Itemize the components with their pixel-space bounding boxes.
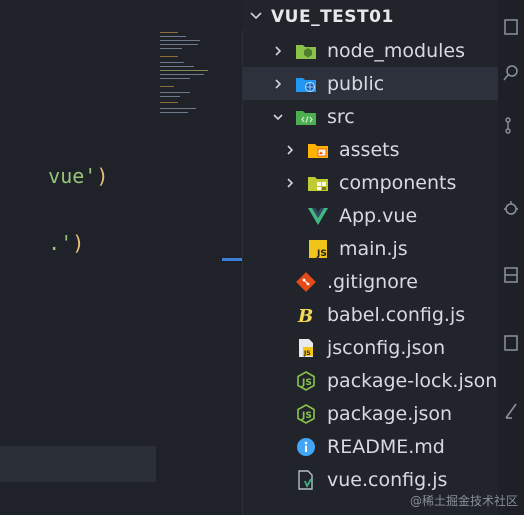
sash-highlight[interactable] — [222, 258, 243, 261]
code-paren: ) — [72, 231, 85, 255]
explorer-panel: VUE_TEST01 node_modules public src asset… — [243, 0, 524, 515]
src-folder-icon — [295, 106, 317, 128]
tree-item-label: components — [339, 171, 457, 194]
vue-file-icon — [307, 205, 329, 227]
chevron-down-icon — [271, 110, 285, 124]
remote-icon[interactable] — [498, 398, 524, 424]
editor-pane[interactable]: vue') .') — [0, 0, 243, 515]
tree-item-label: package.json — [327, 402, 453, 425]
code-line-2: .') — [0, 207, 84, 279]
code-paren: ) — [96, 164, 109, 188]
tree-item-node-modules[interactable]: node_modules — [243, 34, 524, 67]
tree-item-package-lock[interactable]: JS package-lock.json — [243, 364, 524, 397]
tree-item-label: jsconfig.json — [327, 336, 446, 359]
search-icon[interactable] — [498, 60, 524, 86]
vue-config-file-icon — [295, 469, 317, 491]
watermark: @稀土掘金技术社区 — [409, 494, 518, 508]
tree-item-components[interactable]: components — [243, 166, 524, 199]
tree-item-src[interactable]: src — [243, 100, 524, 133]
editor-scrollbar-track[interactable] — [0, 446, 156, 482]
info-file-icon — [295, 436, 317, 458]
tree-item-label: assets — [339, 138, 400, 161]
code-string: .' — [48, 231, 73, 255]
code-string: vue' — [48, 164, 97, 188]
svg-text:JS: JS — [303, 350, 311, 357]
tree-item-package-json[interactable]: JS package.json — [243, 397, 524, 430]
tree-item-label: vue.config.js — [327, 468, 448, 491]
tree-item-gitignore[interactable]: .gitignore — [243, 265, 524, 298]
babel-file-icon: B — [295, 304, 317, 326]
tree-item-label: .gitignore — [327, 270, 418, 293]
node-json-icon: JS — [295, 370, 317, 392]
project-title: VUE_TEST01 — [271, 7, 394, 27]
tree-item-label: babel.config.js — [327, 303, 466, 326]
chevron-right-icon — [271, 44, 285, 58]
svg-text:JS: JS — [316, 249, 327, 259]
tree-item-public[interactable]: public — [243, 67, 524, 100]
components-folder-icon — [307, 172, 329, 194]
tree-item-babel-config[interactable]: B babel.config.js — [243, 298, 524, 331]
extensions-icon[interactable] — [498, 262, 524, 288]
chevron-right-icon — [271, 77, 285, 91]
debug-icon[interactable] — [498, 196, 524, 222]
minimap[interactable] — [160, 30, 220, 170]
tree-item-main-js[interactable]: JS main.js — [243, 232, 524, 265]
code-line-1: vue') — [0, 140, 108, 212]
tree-item-label: package-lock.json — [327, 369, 498, 392]
source-control-icon[interactable] — [498, 112, 524, 138]
node-modules-folder-icon — [295, 40, 317, 62]
node-json-icon: JS — [295, 403, 317, 425]
assets-folder-icon — [307, 139, 329, 161]
jsconfig-file-icon: JS — [295, 337, 317, 359]
chevron-down-icon — [249, 8, 267, 27]
window-icon[interactable] — [498, 14, 524, 40]
tree-item-label: README.md — [327, 435, 445, 458]
git-file-icon — [295, 271, 317, 293]
chevron-right-icon — [283, 176, 297, 190]
side-bar-edge — [498, 0, 524, 515]
tree-item-label: App.vue — [339, 204, 418, 227]
tree-item-label: main.js — [339, 237, 408, 260]
tree-item-assets[interactable]: assets — [243, 133, 524, 166]
project-section-header[interactable]: VUE_TEST01 — [243, 0, 498, 34]
tree-item-jsconfig[interactable]: JS jsconfig.json — [243, 331, 524, 364]
panel-icon[interactable] — [498, 330, 524, 356]
tree-item-label: node_modules — [327, 39, 466, 62]
svg-text:JS: JS — [301, 378, 312, 388]
svg-text:JS: JS — [301, 411, 312, 421]
tree-item-label: public — [327, 72, 385, 95]
tree-item-label: src — [327, 105, 355, 128]
public-folder-icon — [295, 73, 317, 95]
tree-item-app-vue[interactable]: App.vue — [243, 199, 524, 232]
svg-text:B: B — [297, 306, 313, 325]
js-file-icon: JS — [307, 238, 329, 260]
chevron-right-icon — [283, 143, 297, 157]
tree-item-readme[interactable]: README.md — [243, 430, 524, 463]
